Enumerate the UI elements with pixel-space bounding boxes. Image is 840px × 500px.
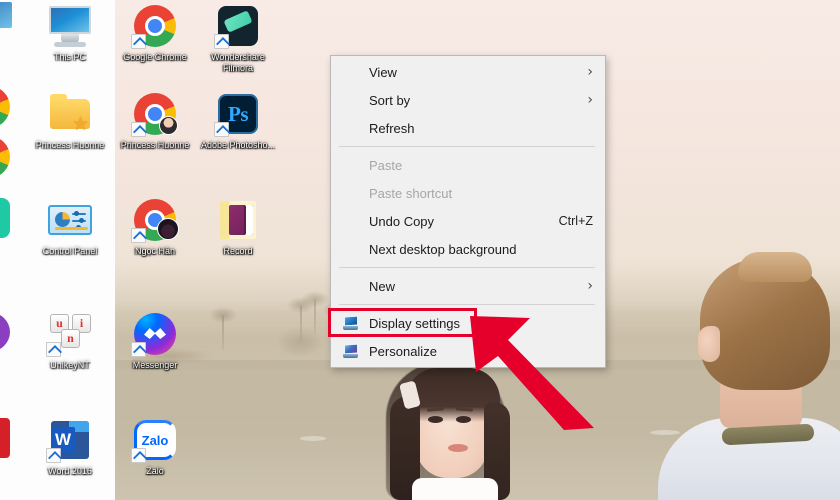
- desktop-icon-princess-huonne-folder[interactable]: Princess Huonne: [27, 90, 113, 151]
- shortcut-overlay-icon: [131, 228, 146, 243]
- desktop-icon-ngoc-han-profile[interactable]: Ngọc Hân: [112, 196, 198, 257]
- cut-off-icon-top: [0, 0, 12, 34]
- context-menu-item-display-settings[interactable]: Display settings: [331, 309, 605, 337]
- adobe-photoshop-icon: [214, 90, 262, 138]
- desktop-icon-control-panel[interactable]: Control Panel: [27, 196, 113, 257]
- palm-tree-icon: [209, 307, 237, 350]
- desktop-icon-unikeynt[interactable]: u i n UnikeyNT: [27, 310, 113, 371]
- cut-off-icon-purple: [0, 310, 12, 356]
- desktop-icon-messenger[interactable]: Messenger: [112, 310, 198, 371]
- shortcut-overlay-icon: [131, 342, 146, 357]
- context-menu-item-paste: Paste: [369, 157, 403, 173]
- folder-star-icon: [46, 90, 94, 138]
- shortcut-overlay-icon: [131, 34, 146, 49]
- context-menu-item-next-desktop-background[interactable]: Next desktop background: [331, 235, 605, 263]
- shortcut-overlay-icon: [46, 342, 61, 357]
- chevron-right-icon: ›: [587, 64, 593, 80]
- cut-off-icon-chrome: [0, 84, 12, 134]
- wondershare-filmora-icon: [214, 2, 262, 50]
- chevron-right-icon: ›: [587, 278, 593, 294]
- word-icon: [46, 416, 94, 464]
- desktop-icon-word-2016[interactable]: Word 2016: [27, 416, 113, 477]
- personalize-icon: [343, 343, 359, 358]
- desktop-icon-princess-huonne-profile[interactable]: Princess Huonne: [112, 90, 198, 151]
- palm-tree-icon: [287, 297, 315, 340]
- desktop-icon-record[interactable]: Record: [195, 196, 281, 257]
- menu-separator: [339, 146, 595, 147]
- desktop-icon-adobe-photoshop[interactable]: Adobe Photosho...: [195, 90, 281, 151]
- monitor-icon: [343, 315, 359, 330]
- shortcut-overlay-icon: [131, 122, 146, 137]
- shortcut-overlay-icon: [131, 448, 146, 463]
- context-menu-item-view[interactable]: View ›: [331, 58, 605, 86]
- chrome-profile-icon: [131, 90, 179, 138]
- desktop-icon-wondershare-filmora[interactable]: Wondershare Filmora: [195, 2, 281, 73]
- context-menu-item-personalize[interactable]: Personalize: [331, 337, 605, 365]
- wallpaper-girl-figure: [372, 356, 532, 500]
- unikey-icon: u i n: [46, 310, 94, 358]
- menu-separator: [339, 267, 595, 268]
- control-panel-icon: [46, 196, 94, 244]
- zalo-icon: [131, 416, 179, 464]
- wallpaper-boy-figure: [658, 252, 840, 500]
- desktop-screen: This PC Google Chrome Wondershare Filmor…: [0, 0, 840, 500]
- menu-separator: [339, 304, 595, 305]
- avatar: [159, 116, 178, 135]
- cut-off-icon-chrome2: [0, 136, 12, 180]
- chrome-profile-icon: [131, 196, 179, 244]
- this-pc-icon: [46, 2, 94, 50]
- shortcut-overlay-icon: [214, 34, 229, 49]
- context-menu-item-refresh[interactable]: Refresh: [331, 114, 605, 142]
- cut-off-icon-red: [0, 416, 12, 462]
- chevron-right-icon: ›: [587, 92, 593, 108]
- accelerator-label: Ctrl+Z: [558, 214, 593, 228]
- google-chrome-icon: [131, 2, 179, 50]
- shortcut-overlay-icon: [46, 448, 61, 463]
- palm-tree-icon: [301, 291, 329, 334]
- context-menu-item-new[interactable]: New ›: [331, 272, 605, 300]
- desktop-icon-this-pc[interactable]: This PC: [27, 2, 113, 63]
- context-menu-item-sort-by[interactable]: Sort by ›: [331, 86, 605, 114]
- avatar: [157, 218, 179, 240]
- record-icon: [214, 196, 262, 244]
- desktop-icon-zalo[interactable]: Zalo: [112, 416, 198, 477]
- context-menu-item-paste-shortcut: Paste shortcut: [369, 185, 453, 201]
- context-menu-item-undo-copy[interactable]: Undo Copy Ctrl+Z: [331, 207, 605, 235]
- messenger-icon: [131, 310, 179, 358]
- desktop-icon-google-chrome[interactable]: Google Chrome: [112, 2, 198, 63]
- cut-off-icon-teal: [0, 196, 12, 242]
- desktop-context-menu: View › Sort by › Refresh Paste Paste sho…: [330, 55, 606, 368]
- shortcut-overlay-icon: [214, 122, 229, 137]
